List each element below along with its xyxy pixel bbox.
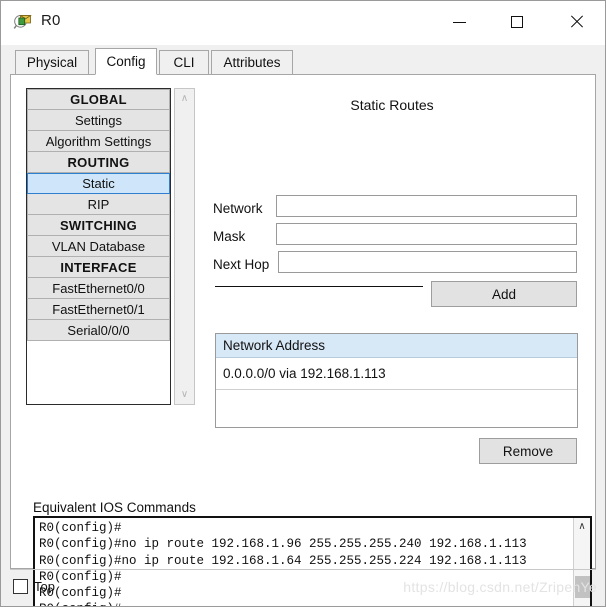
tab-config[interactable]: Config xyxy=(95,48,157,75)
config-content-pane: GLOBAL Settings Algorithm Settings ROUTI… xyxy=(10,74,596,606)
next-hop-label: Next Hop xyxy=(213,257,270,272)
sidebar-item-interface-label: INTERFACE xyxy=(60,259,137,275)
top-checkbox[interactable] xyxy=(13,579,28,594)
device-config-window: R0 Physical Config CLI Attributes GLOBAL… xyxy=(0,0,606,607)
network-label: Network xyxy=(213,201,263,216)
form-divider xyxy=(215,286,423,287)
sidebar-item-settings[interactable]: Settings xyxy=(27,110,170,131)
maximize-icon xyxy=(511,16,523,28)
ios-commands-label: Equivalent IOS Commands xyxy=(33,500,196,515)
sidebar-item-routing-label: ROUTING xyxy=(67,154,130,170)
sidebar-item-rip-label: RIP xyxy=(87,196,110,212)
tab-physical-label: Physical xyxy=(26,55,78,70)
tab-attributes[interactable]: Attributes xyxy=(211,50,293,75)
remove-button[interactable]: Remove xyxy=(479,438,577,464)
static-routes-table: Network Address 0.0.0.0/0 via 192.168.1.… xyxy=(215,333,578,428)
page-title: Static Routes xyxy=(350,97,434,113)
sidebar-item-fastethernet0-1[interactable]: FastEthernet0/1 xyxy=(27,299,170,320)
tab-attributes-label: Attributes xyxy=(223,55,281,70)
sidebar-scrollbar[interactable]: ∧ ∨ xyxy=(174,88,195,405)
sidebar-scroll-up-icon[interactable]: ∧ xyxy=(175,89,194,108)
add-button[interactable]: Add xyxy=(431,281,577,307)
tab-physical[interactable]: Physical xyxy=(15,50,89,75)
close-button[interactable] xyxy=(553,1,599,43)
table-empty-area xyxy=(216,390,577,427)
sidebar-item-global[interactable]: GLOBAL xyxy=(27,89,170,110)
config-sidebar: GLOBAL Settings Algorithm Settings ROUTI… xyxy=(26,88,171,405)
next-hop-input[interactable] xyxy=(278,251,577,273)
sidebar-item-fastethernet0-0-label: FastEthernet0/0 xyxy=(52,280,145,296)
sidebar-item-rip[interactable]: RIP xyxy=(27,194,170,215)
sidebar-item-fastethernet0-0[interactable]: FastEthernet0/0 xyxy=(27,278,170,299)
sidebar-item-global-label: GLOBAL xyxy=(70,92,127,107)
sidebar-item-routing[interactable]: ROUTING xyxy=(27,152,170,173)
sidebar-item-settings-label: Settings xyxy=(75,112,122,128)
mask-input[interactable] xyxy=(276,223,577,245)
sidebar-item-algorithm-settings[interactable]: Algorithm Settings xyxy=(27,131,170,152)
tab-cli[interactable]: CLI xyxy=(159,50,209,75)
table-header-network-address: Network Address xyxy=(216,334,577,358)
sidebar-item-vlan-database[interactable]: VLAN Database xyxy=(27,236,170,257)
tab-config-label: Config xyxy=(106,54,146,69)
sidebar-scroll-down-icon[interactable]: ∨ xyxy=(175,385,194,404)
tab-cli-label: CLI xyxy=(173,55,195,70)
close-icon xyxy=(569,15,583,29)
top-checkbox-label: Top xyxy=(34,579,55,594)
watermark: https://blog.csdn.net/ZripenYe xyxy=(403,579,597,595)
sidebar-item-switching-label: SWITCHING xyxy=(59,217,138,233)
title-bar: R0 xyxy=(1,1,605,45)
footer-divider xyxy=(10,569,596,570)
sidebar-item-vlan-database-label: VLAN Database xyxy=(51,238,146,254)
sidebar-item-static-label: Static xyxy=(82,176,115,191)
sidebar-item-algorithm-settings-label: Algorithm Settings xyxy=(45,133,152,149)
minimize-button[interactable] xyxy=(436,1,482,43)
maximize-button[interactable] xyxy=(494,1,540,43)
sidebar-item-interface[interactable]: INTERFACE xyxy=(27,257,170,278)
sidebar-item-static[interactable]: Static xyxy=(27,173,170,194)
sidebar-item-fastethernet0-1-label: FastEthernet0/1 xyxy=(52,301,145,317)
mask-label: Mask xyxy=(213,229,246,244)
network-input[interactable] xyxy=(276,195,577,217)
window-title: R0 xyxy=(41,12,61,29)
sidebar-item-switching[interactable]: SWITCHING xyxy=(27,215,170,236)
sidebar-item-serial0-0-0-label: Serial0/0/0 xyxy=(67,322,130,338)
packet-tracer-router-icon xyxy=(13,15,32,29)
table-row[interactable]: 0.0.0.0/0 via 192.168.1.113 xyxy=(216,358,577,390)
ios-scroll-up-icon[interactable]: ∧ xyxy=(574,518,590,535)
tab-strip: Physical Config CLI Attributes xyxy=(1,45,605,75)
minimize-icon xyxy=(452,21,466,23)
sidebar-item-serial0-0-0[interactable]: Serial0/0/0 xyxy=(27,320,170,341)
ios-scroll-down-icon[interactable]: ∨ xyxy=(574,601,590,606)
